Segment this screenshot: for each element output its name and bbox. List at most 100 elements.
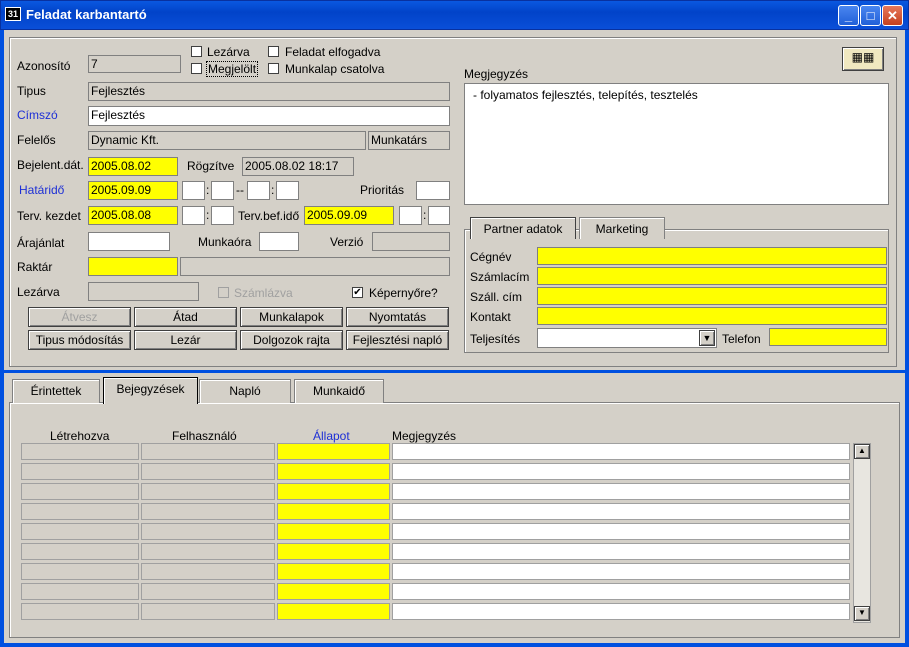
table-row[interactable] [21,523,851,542]
hatarido-end-hour-field[interactable] [247,181,270,200]
cell-megjegyzes[interactable] [392,583,850,600]
table-row[interactable] [21,543,851,562]
scroll-up-icon[interactable]: ▲ [854,444,870,459]
cell-megjegyzes[interactable] [392,603,850,620]
cell-allapot[interactable] [277,483,390,500]
cell-felhasznalo[interactable] [141,443,275,460]
teljesites-select[interactable] [537,328,717,348]
cell-letrehozva[interactable] [21,443,139,460]
cell-megjegyzes[interactable] [392,483,850,500]
cell-megjegyzes[interactable] [392,503,850,520]
atad-button[interactable]: Átad [134,307,237,327]
cell-allapot[interactable] [277,463,390,480]
munkatars-field[interactable]: Munkatárs [368,131,450,150]
tab-partner-adatok[interactable]: Partner adatok [470,217,576,239]
szamlacim-field[interactable] [537,267,887,285]
cell-letrehozva[interactable] [21,603,139,620]
cell-felhasznalo[interactable] [141,603,275,620]
nyomtatas-button[interactable]: Nyomtatás [346,307,449,327]
cell-megjegyzes[interactable] [392,443,850,460]
bejelent-date-field[interactable]: 2005.08.02 [88,157,178,176]
hatarido-minute-field[interactable] [211,181,234,200]
terv-kezdet-minute-field[interactable] [211,206,234,225]
cell-megjegyzes[interactable] [392,463,850,480]
rogzitve-field[interactable]: 2005.08.02 18:17 [242,157,354,176]
cell-felhasznalo[interactable] [141,503,275,520]
atvesz-button[interactable]: Átvesz [28,307,131,327]
tab-munkaido[interactable]: Munkaidő [294,379,384,403]
maximize-button[interactable]: □ [860,5,881,26]
table-row[interactable] [21,463,851,482]
elfogadva-checkbox[interactable] [268,46,279,57]
cell-megjegyzes[interactable] [392,563,850,580]
azonosito-field[interactable]: 7 [88,55,181,73]
terv-bef-minute-field[interactable] [428,206,450,225]
cimszo-field[interactable]: Fejlesztés [88,106,450,126]
cell-felhasznalo[interactable] [141,583,275,600]
felelos-field[interactable]: Dynamic Kft. [88,131,366,150]
prioritas-field[interactable] [416,181,450,200]
cell-allapot[interactable] [277,543,390,560]
table-row[interactable] [21,503,851,522]
lezar-button[interactable]: Lezár [134,330,237,350]
terv-bef-hour-field[interactable] [399,206,422,225]
table-row[interactable] [21,603,851,622]
cell-felhasznalo[interactable] [141,463,275,480]
cell-allapot[interactable] [277,563,390,580]
lezarva-checkbox[interactable] [191,46,202,57]
cell-letrehozva[interactable] [21,543,139,560]
tipus-modositas-button[interactable]: Tipus módosítás [28,330,131,350]
kontakt-field[interactable] [537,307,887,325]
szamlazva-checkbox[interactable] [218,287,229,298]
terv-bef-field[interactable]: 2005.09.09 [304,206,394,225]
cell-letrehozva[interactable] [21,563,139,580]
cell-allapot[interactable] [277,523,390,540]
cell-letrehozva[interactable] [21,463,139,480]
munkaora-field[interactable] [259,232,299,251]
raktar-name-field[interactable] [180,257,450,276]
tab-marketing[interactable]: Marketing [579,217,665,239]
cell-felhasznalo[interactable] [141,563,275,580]
kepernyore-checkbox[interactable]: ✔ [352,287,363,298]
table-row[interactable] [21,483,851,502]
cell-allapot[interactable] [277,603,390,620]
table-row[interactable] [21,443,851,462]
cell-allapot[interactable] [277,583,390,600]
cell-letrehozva[interactable] [21,483,139,500]
table-row[interactable] [21,583,851,602]
fejlesztesi-naplo-button[interactable]: Fejlesztési napló [346,330,449,350]
munkalap-checkbox[interactable] [268,63,279,74]
munkalapok-button[interactable]: Munkalapok [240,307,343,327]
close-button[interactable]: ✕ [882,5,903,26]
tab-erintettek[interactable]: Érintettek [12,379,100,403]
calendar-view-button[interactable]: ▦▦ [842,47,884,71]
cell-letrehozva[interactable] [21,503,139,520]
scroll-down-icon[interactable]: ▼ [854,606,870,621]
cell-megjegyzes[interactable] [392,543,850,560]
tab-bejegyzesek[interactable]: Bejegyzések [103,377,198,404]
table-row[interactable] [21,563,851,582]
raktar-code-field[interactable] [88,257,178,276]
grid-scrollbar[interactable] [853,443,871,623]
cell-letrehozva[interactable] [21,523,139,540]
megjegyzes-textarea[interactable]: - folyamatos fejlesztés, telepítés, tesz… [464,83,889,205]
arajanlat-field[interactable] [88,232,170,251]
hatarido-hour-field[interactable] [182,181,205,200]
tipus-field[interactable]: Fejlesztés [88,82,450,101]
cegnev-field[interactable] [537,247,887,265]
telefon-field[interactable] [769,328,887,346]
megjelolt-checkbox[interactable] [191,63,202,74]
hatarido-date-field[interactable]: 2005.09.09 [88,181,178,200]
minimize-button[interactable]: _ [838,5,859,26]
lezarva-field[interactable] [88,282,199,301]
tab-naplo[interactable]: Napló [199,379,291,403]
dolgozok-rajta-button[interactable]: Dolgozok rajta [240,330,343,350]
cell-allapot[interactable] [277,503,390,520]
cell-allapot[interactable] [277,443,390,460]
cell-megjegyzes[interactable] [392,523,850,540]
app-icon[interactable]: 31 [5,7,21,21]
hatarido-end-minute-field[interactable] [276,181,299,200]
terv-kezdet-field[interactable]: 2005.08.08 [88,206,178,225]
cell-letrehozva[interactable] [21,583,139,600]
terv-kezdet-hour-field[interactable] [182,206,205,225]
